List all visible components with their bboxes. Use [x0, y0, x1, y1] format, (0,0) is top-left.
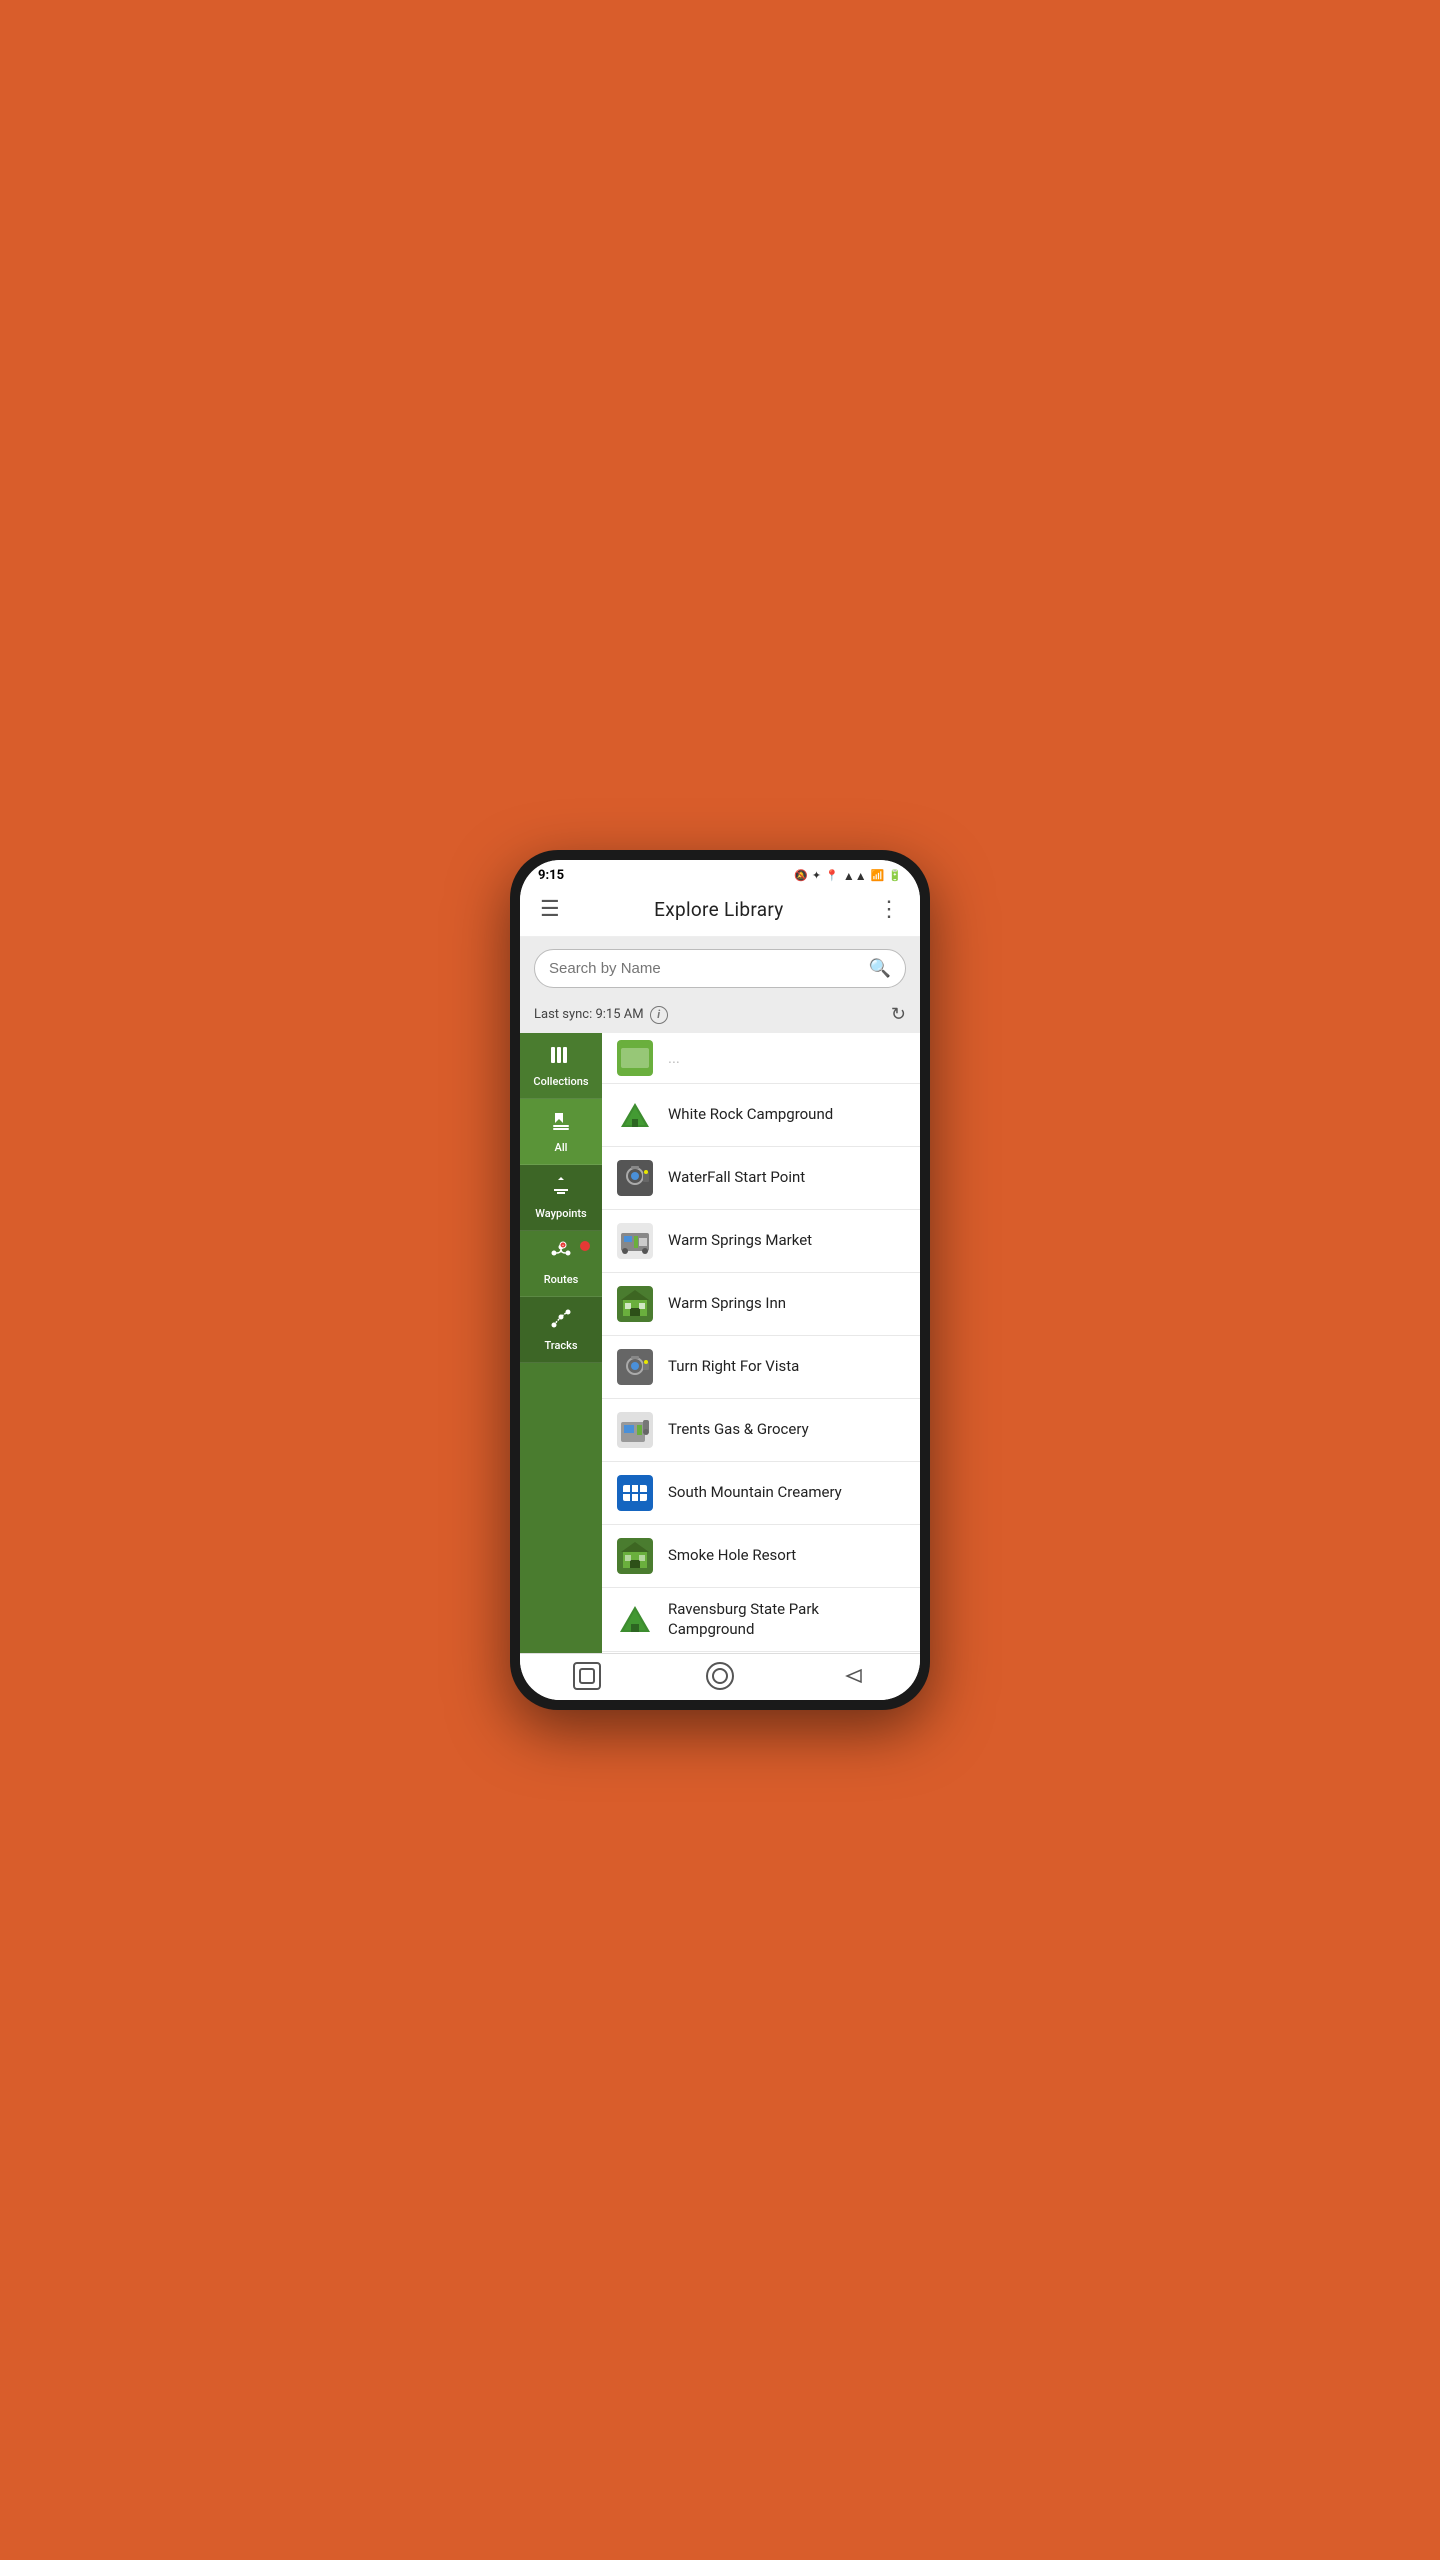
trents-gas-icon	[616, 1411, 654, 1449]
phone-screen: 9:15 🔕 ✦ 📍 ▲▲ 📶 🔋 ☰ Explore Library ⋮ 🔍	[520, 860, 920, 1700]
sidebar-all-label: All	[555, 1141, 568, 1154]
warm-springs-inn-icon	[616, 1285, 654, 1323]
partial-item-icon	[616, 1039, 654, 1077]
list-item[interactable]: White Rock Campground	[602, 1084, 920, 1147]
list-item[interactable]: WaterFall Start Point	[602, 1147, 920, 1210]
sync-info: Last sync: 9:15 AM i	[534, 1006, 668, 1024]
collections-icon	[549, 1043, 573, 1072]
smoke-hole-icon	[616, 1537, 654, 1575]
status-bar: 9:15 🔕 ✦ 📍 ▲▲ 📶 🔋	[520, 860, 920, 887]
list-item[interactable]: South Mountain Creamery	[602, 1462, 920, 1525]
sidebar-item-routes[interactable]: + Routes	[520, 1231, 602, 1297]
sidebar-item-tracks[interactable]: Tracks	[520, 1297, 602, 1363]
list-item[interactable]: Warm Springs Inn	[602, 1273, 920, 1336]
nav-home-button[interactable]	[706, 1662, 734, 1690]
white-rock-name: White Rock Campground	[668, 1105, 833, 1125]
list-item[interactable]: Trents Gas & Grocery	[602, 1399, 920, 1462]
sidebar-waypoints-label: Waypoints	[535, 1207, 586, 1220]
ravensburg-name: Ravensburg State Park Campground	[668, 1600, 906, 1639]
more-options-icon[interactable]: ⋮	[874, 893, 904, 926]
south-mountain-name: South Mountain Creamery	[668, 1483, 842, 1503]
tracks-icon	[549, 1307, 573, 1336]
list-item[interactable]: Smoke Hole Resort	[602, 1525, 920, 1588]
nav-square-button[interactable]	[573, 1662, 601, 1690]
menu-icon[interactable]: ☰	[536, 893, 564, 926]
bottom-nav	[520, 1653, 920, 1700]
warm-springs-market-icon	[616, 1222, 654, 1260]
nav-back-button[interactable]	[839, 1662, 867, 1690]
sidebar-tracks-label: Tracks	[544, 1339, 577, 1352]
white-rock-icon	[616, 1096, 654, 1134]
smoke-hole-name: Smoke Hole Resort	[668, 1546, 796, 1566]
phone-frame: 9:15 🔕 ✦ 📍 ▲▲ 📶 🔋 ☰ Explore Library ⋮ 🔍	[510, 850, 930, 1710]
warm-springs-inn-name: Warm Springs Inn	[668, 1294, 786, 1314]
sync-text-label: Last sync: 9:15 AM	[534, 1007, 644, 1022]
ravensburg-icon	[616, 1601, 654, 1639]
sidebar: Collections All	[520, 1033, 602, 1653]
waypoints-icon	[549, 1175, 573, 1204]
partial-list-item: ...	[602, 1033, 920, 1084]
warm-springs-market-name: Warm Springs Market	[668, 1231, 812, 1251]
turn-right-name: Turn Right For Vista	[668, 1357, 799, 1377]
status-time: 9:15	[538, 868, 564, 883]
list-item[interactable]: Ravensburg State Park Campground	[602, 1588, 920, 1652]
page-title: Explore Library	[654, 898, 783, 921]
list-item[interactable]: Turn Right For Vista	[602, 1336, 920, 1399]
sidebar-routes-label: Routes	[544, 1273, 579, 1286]
toolbar: ☰ Explore Library ⋮	[520, 887, 920, 937]
trents-gas-name: Trents Gas & Grocery	[668, 1420, 809, 1440]
list-item[interactable]: Warm Springs Market	[602, 1210, 920, 1273]
south-mountain-icon	[616, 1474, 654, 1512]
status-icons: 🔕 ✦ 📍 ▲▲ 📶 🔋	[794, 869, 902, 883]
search-area: 🔍	[520, 937, 920, 998]
sidebar-item-collections[interactable]: Collections	[520, 1033, 602, 1099]
partial-item-text: ...	[668, 1049, 680, 1067]
routes-badge	[578, 1239, 592, 1253]
sync-bar: Last sync: 9:15 AM i ↻	[520, 998, 920, 1033]
main-content: Collections All	[520, 1033, 920, 1653]
all-icon	[549, 1109, 573, 1138]
search-box: 🔍	[534, 949, 906, 988]
search-input[interactable]	[549, 960, 869, 977]
sidebar-item-all[interactable]: All	[520, 1099, 602, 1165]
waterfall-name: WaterFall Start Point	[668, 1168, 805, 1188]
refresh-icon[interactable]: ↻	[891, 1004, 906, 1025]
routes-icon: +	[549, 1241, 573, 1270]
waterfall-icon	[616, 1159, 654, 1197]
sidebar-item-waypoints[interactable]: Waypoints	[520, 1165, 602, 1231]
search-icon[interactable]: 🔍	[869, 958, 891, 979]
sidebar-collections-label: Collections	[533, 1075, 588, 1088]
turn-right-icon	[616, 1348, 654, 1386]
list-area: ... White Rock Campground	[602, 1033, 920, 1653]
info-icon[interactable]: i	[650, 1006, 668, 1024]
